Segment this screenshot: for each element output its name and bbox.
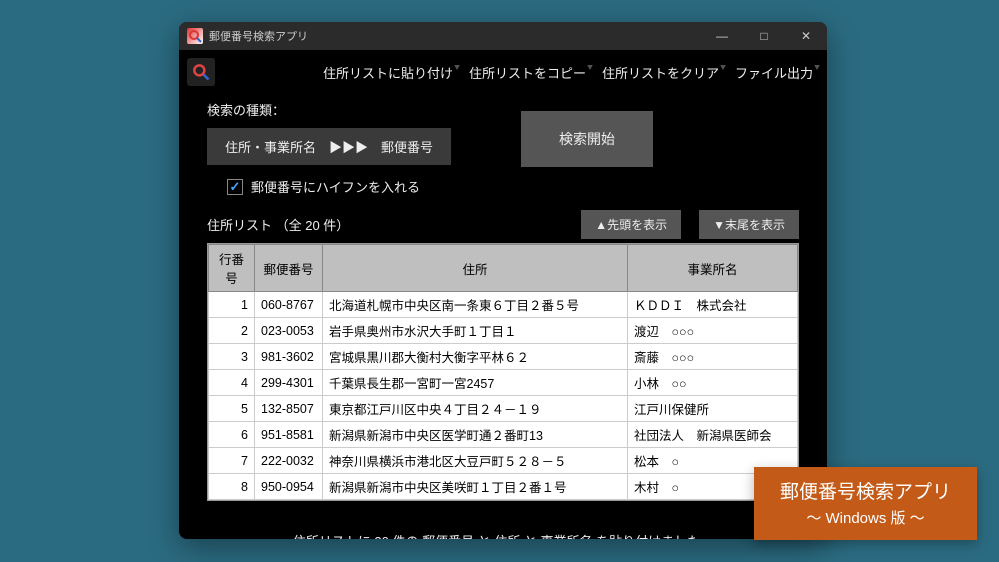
cell-business: ＫＤＤＩ 株式会社 <box>628 292 798 318</box>
table-row[interactable]: 7222-0032神奈川県横浜市港北区大豆戸町５２８－５松本 ○ <box>209 448 798 474</box>
col-address[interactable]: 住所 <box>323 245 628 292</box>
address-table: 行番号 郵便番号 住所 事業所名 1060-8767北海道札幌市中央区南一条東６… <box>207 243 799 501</box>
table-header-row: 行番号 郵便番号 住所 事業所名 <box>209 245 798 292</box>
banner-title: 郵便番号検索アプリ <box>780 479 951 508</box>
hyphen-checkbox-label: 郵便番号にハイフンを入れる <box>251 177 420 196</box>
search-type-label: 検索の種類： <box>207 100 799 119</box>
promo-banner: 郵便番号検索アプリ ～ Windows 版 ～ <box>754 467 977 540</box>
content-area: 検索の種類： 住所・事業所名 ▶▶▶ 郵便番号 検索開始 ✓ 郵便番号にハイフン… <box>179 94 827 539</box>
maximize-button[interactable]: □ <box>743 22 785 50</box>
window-title: 郵便番号検索アプリ <box>209 28 308 44</box>
app-window: 郵便番号検索アプリ ― □ ✕ 住所リストに貼り付け 住所リストをコピー 住所リ… <box>179 22 827 539</box>
cell-rownum: 1 <box>209 292 255 318</box>
cell-rownum: 6 <box>209 422 255 448</box>
cell-address: 北海道札幌市中央区南一条東６丁目２番５号 <box>323 292 628 318</box>
col-zipcode[interactable]: 郵便番号 <box>255 245 323 292</box>
cell-rownum: 2 <box>209 318 255 344</box>
cell-zipcode: 299-4301 <box>255 370 323 396</box>
cell-business: 渡辺 ○○○ <box>628 318 798 344</box>
cell-address: 東京都江戸川区中央４丁目２４－１９ <box>323 396 628 422</box>
banner-subtitle: ～ Windows 版 ～ <box>780 508 951 531</box>
app-icon <box>187 28 203 44</box>
table-row[interactable]: 2023-0053岩手県奥州市水沢大手町１丁目１渡辺 ○○○ <box>209 318 798 344</box>
status-message: 住所リストに 20 件の 郵便番号 と 住所 と 事業所名 を貼り付けました。 <box>207 531 799 539</box>
cell-zipcode: 951-8581 <box>255 422 323 448</box>
table-row[interactable]: 6951-8581新潟県新潟市中央区医学町通２番町13社団法人 新潟県医師会 <box>209 422 798 448</box>
cell-zipcode: 060-8767 <box>255 292 323 318</box>
cell-rownum: 5 <box>209 396 255 422</box>
cell-address: 岩手県奥州市水沢大手町１丁目１ <box>323 318 628 344</box>
close-button[interactable]: ✕ <box>785 22 827 50</box>
cell-business: 社団法人 新潟県医師会 <box>628 422 798 448</box>
cell-zipcode: 981-3602 <box>255 344 323 370</box>
table-row[interactable]: 1060-8767北海道札幌市中央区南一条東６丁目２番５号ＫＤＤＩ 株式会社 <box>209 292 798 318</box>
list-title: 住所リスト （全 20 件） <box>207 215 349 234</box>
table-row[interactable]: 4299-4301千葉県長生郡一宮町一宮2457小林 ○○ <box>209 370 798 396</box>
cell-business: 斎藤 ○○○ <box>628 344 798 370</box>
col-rownum[interactable]: 行番号 <box>209 245 255 292</box>
cell-rownum: 7 <box>209 448 255 474</box>
table-row[interactable]: 3981-3602宮城県黒川郡大衡村大衡字平林６２斎藤 ○○○ <box>209 344 798 370</box>
cell-address: 新潟県新潟市中央区医学町通２番町13 <box>323 422 628 448</box>
cell-address: 神奈川県横浜市港北区大豆戸町５２８－５ <box>323 448 628 474</box>
hyphen-checkbox[interactable]: ✓ <box>227 179 243 195</box>
scroll-top-button[interactable]: ▲先頭を表示 <box>581 210 681 239</box>
cell-zipcode: 950-0954 <box>255 474 323 500</box>
cell-rownum: 4 <box>209 370 255 396</box>
cell-business: 江戸川保健所 <box>628 396 798 422</box>
cell-business: 小林 ○○ <box>628 370 798 396</box>
scroll-bottom-button[interactable]: ▼末尾を表示 <box>699 210 799 239</box>
titlebar: 郵便番号検索アプリ ― □ ✕ <box>179 22 827 50</box>
cell-address: 宮城県黒川郡大衡村大衡字平林６２ <box>323 344 628 370</box>
menu-paste[interactable]: 住所リストに貼り付け <box>317 59 459 86</box>
cell-zipcode: 132-8507 <box>255 396 323 422</box>
cell-address: 千葉県長生郡一宮町一宮2457 <box>323 370 628 396</box>
col-business[interactable]: 事業所名 <box>628 245 798 292</box>
cell-rownum: 8 <box>209 474 255 500</box>
app-logo-icon <box>187 58 215 86</box>
table-row[interactable]: 5132-8507東京都江戸川区中央４丁目２４－１９江戸川保健所 <box>209 396 798 422</box>
menu-file-output[interactable]: ファイル出力 <box>729 59 819 86</box>
menu-copy[interactable]: 住所リストをコピー <box>463 59 592 86</box>
cell-rownum: 3 <box>209 344 255 370</box>
cell-zipcode: 023-0053 <box>255 318 323 344</box>
cell-zipcode: 222-0032 <box>255 448 323 474</box>
search-start-button[interactable]: 検索開始 <box>521 111 653 167</box>
cell-address: 新潟県新潟市中央区美咲町１丁目２番１号 <box>323 474 628 500</box>
table-row[interactable]: 8950-0954新潟県新潟市中央区美咲町１丁目２番１号木村 ○ <box>209 474 798 500</box>
toolbar: 住所リストに貼り付け 住所リストをコピー 住所リストをクリア ファイル出力 <box>179 50 827 94</box>
minimize-button[interactable]: ― <box>701 22 743 50</box>
search-mode-button[interactable]: 住所・事業所名 ▶▶▶ 郵便番号 <box>207 128 451 165</box>
menu-clear[interactable]: 住所リストをクリア <box>596 59 725 86</box>
